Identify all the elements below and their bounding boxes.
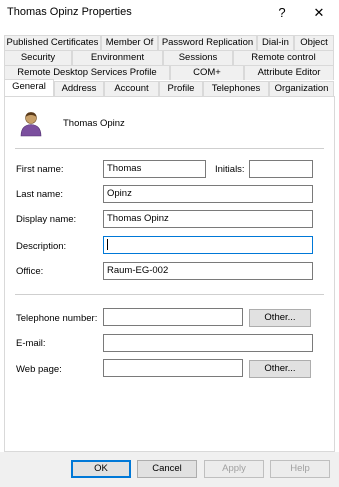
initials-field[interactable] (249, 160, 313, 178)
tab-com-plus[interactable]: COM+ (170, 65, 244, 80)
first-name-field[interactable]: Thomas (103, 160, 206, 178)
tab-published-certificates[interactable]: Published Certificates (4, 35, 101, 50)
tab-attribute-editor[interactable]: Attribute Editor (244, 65, 334, 80)
tab-profile[interactable]: Profile (159, 81, 203, 96)
apply-button[interactable]: Apply (204, 460, 264, 478)
webpage-field[interactable] (103, 359, 243, 377)
display-name-field[interactable]: Thomas Opinz (103, 210, 313, 228)
user-display-name: Thomas Opinz (63, 118, 125, 129)
tab-account[interactable]: Account (104, 81, 159, 96)
description-field[interactable] (103, 236, 313, 254)
tab-environment[interactable]: Environment (72, 50, 163, 65)
email-label: E-mail: (16, 338, 46, 349)
cancel-button[interactable]: Cancel (137, 460, 197, 478)
tab-organization[interactable]: Organization (269, 81, 334, 96)
tab-telephones[interactable]: Telephones (203, 81, 269, 96)
email-field[interactable] (103, 334, 313, 352)
tab-general[interactable]: General (4, 79, 54, 96)
tab-address[interactable]: Address (54, 81, 104, 96)
tab-security[interactable]: Security (4, 50, 72, 65)
telephone-other-button[interactable]: Other... (249, 309, 311, 327)
help-button[interactable]: Help (270, 460, 330, 478)
tab-sessions[interactable]: Sessions (163, 50, 233, 65)
text-caret (107, 238, 108, 250)
tab-remote-control[interactable]: Remote control (233, 50, 334, 65)
ok-button[interactable]: OK (71, 460, 131, 478)
window-title: Thomas Opinz Properties (7, 6, 132, 18)
webpage-label: Web page: (16, 364, 62, 375)
help-icon[interactable]: ? (271, 3, 293, 23)
tab-dial-in[interactable]: Dial-in (257, 35, 294, 50)
close-icon[interactable]: ✕ (308, 3, 330, 23)
telephone-field[interactable] (103, 308, 243, 326)
webpage-other-button[interactable]: Other... (249, 360, 311, 378)
last-name-field[interactable]: Opinz (103, 185, 313, 203)
divider (15, 294, 324, 295)
initials-label: Initials: (215, 164, 245, 175)
title-bar: Thomas Opinz Properties ? ✕ (0, 0, 339, 26)
user-avatar-icon (20, 111, 42, 137)
description-label: Description: (16, 241, 67, 252)
tab-password-replication[interactable]: Password Replication (158, 35, 257, 50)
first-name-label: First name: (16, 164, 64, 175)
display-name-label: Display name: (16, 214, 77, 225)
office-field[interactable]: Raum-EG-002 (103, 262, 313, 280)
tab-remote-desktop-services-profile[interactable]: Remote Desktop Services Profile (4, 65, 170, 80)
tab-object[interactable]: Object (294, 35, 334, 50)
office-label: Office: (16, 266, 44, 277)
last-name-label: Last name: (16, 189, 63, 200)
telephone-label: Telephone number: (16, 313, 98, 324)
divider (15, 148, 324, 149)
tab-member-of[interactable]: Member Of (101, 35, 158, 50)
